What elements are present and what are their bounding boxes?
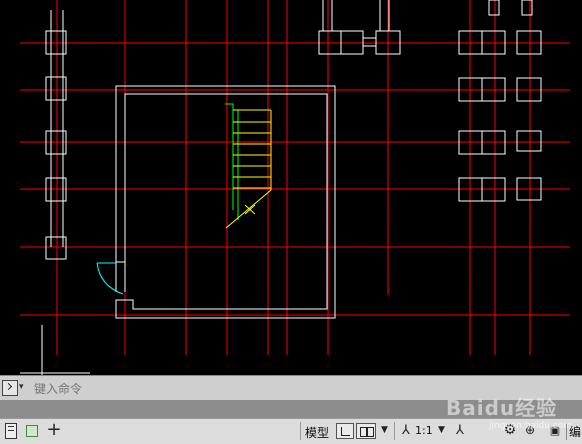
snap-dropdown-arrow-icon[interactable]: ▼ [381,425,388,435]
staircase [225,103,272,229]
layout-list-icon[interactable] [5,423,17,439]
grid-display-button[interactable] [336,423,354,439]
drawing-canvas[interactable] [0,0,582,375]
annotation-scale-value[interactable]: 1:1 [415,424,433,437]
annotation-visibility-icon[interactable]: ⅄ [452,423,468,439]
divider [394,422,395,440]
command-prompt-icon[interactable] [2,380,18,396]
snap-mode-button[interactable] [356,423,376,439]
model-space-button[interactable]: 模型 [305,424,329,441]
watermark-logo: Baidu经验 [446,396,558,420]
command-history-arrow-icon[interactable]: ▾ [19,382,24,392]
annotation-scale-icon[interactable]: ⅄ [399,423,413,439]
door-swing [96,262,124,295]
add-layout-icon[interactable]: + [46,421,62,439]
layout-tab-icon[interactable] [26,423,40,439]
divider [300,422,301,440]
watermark-url: jingyan.baidu.com [489,421,573,431]
scale-dropdown-arrow-icon[interactable]: ▼ [438,425,445,435]
cad-drawing [20,0,570,375]
wall-outlines [20,0,542,375]
